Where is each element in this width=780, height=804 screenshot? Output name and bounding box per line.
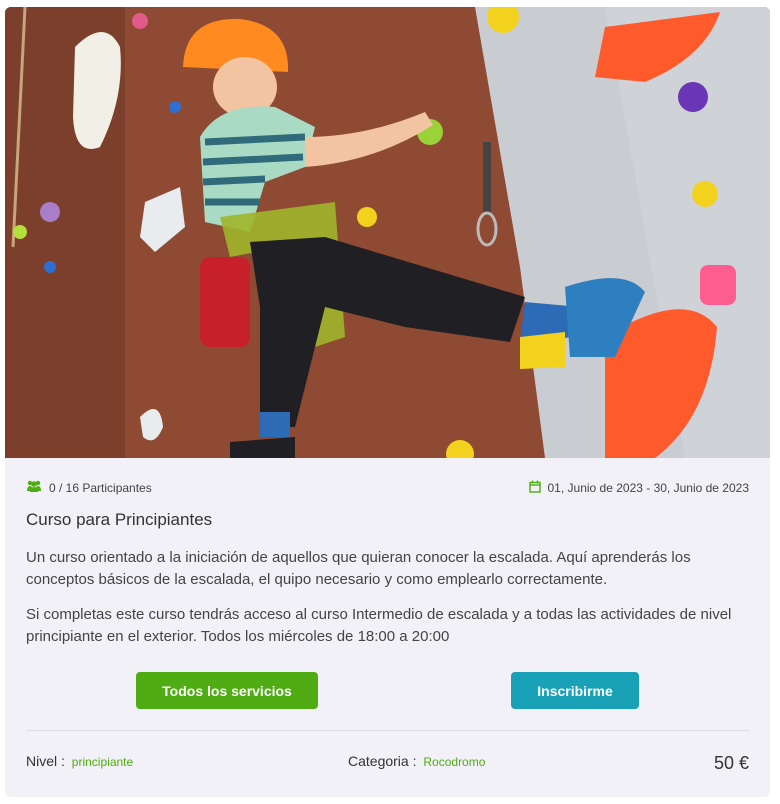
calendar-icon <box>528 480 541 496</box>
category-value[interactable]: Rocodromo <box>423 755 485 769</box>
dates-info: 01, Junio de 2023 - 30, Junio de 2023 <box>528 480 750 496</box>
divider <box>26 730 749 731</box>
participants-info: 0 / 16 Participantes <box>26 480 152 495</box>
enroll-button[interactable]: Inscribirme <box>511 672 639 709</box>
participants-count: 0 / 16 Participantes <box>49 480 152 495</box>
course-card: 0 / 16 Participantes 01, Junio de 2023 -… <box>5 7 770 797</box>
all-services-button[interactable]: Todos los servicios <box>136 672 318 709</box>
level-value[interactable]: principiante <box>72 755 133 769</box>
course-price: 50 € <box>713 753 749 773</box>
category-info: Categoria : Rocodromo <box>348 753 485 769</box>
course-meta: 0 / 16 Participantes 01, Junio de 2023 -… <box>26 480 749 498</box>
course-dates: 01, Junio de 2023 - 30, Junio de 2023 <box>547 481 750 495</box>
level-info: Nivel : principiante <box>26 753 133 769</box>
course-title: Curso para Principiantes <box>26 510 213 529</box>
level-label: Nivel : <box>26 753 65 769</box>
category-label: Categoria : <box>348 753 417 769</box>
course-description: Un curso orientado a la iniciación de aq… <box>26 547 756 661</box>
description-paragraph: Si completas este curso tendrás acceso a… <box>26 606 732 645</box>
course-photo <box>5 7 770 458</box>
description-paragraph: Un curso orientado a la iniciación de aq… <box>26 549 691 588</box>
users-icon <box>26 480 42 495</box>
